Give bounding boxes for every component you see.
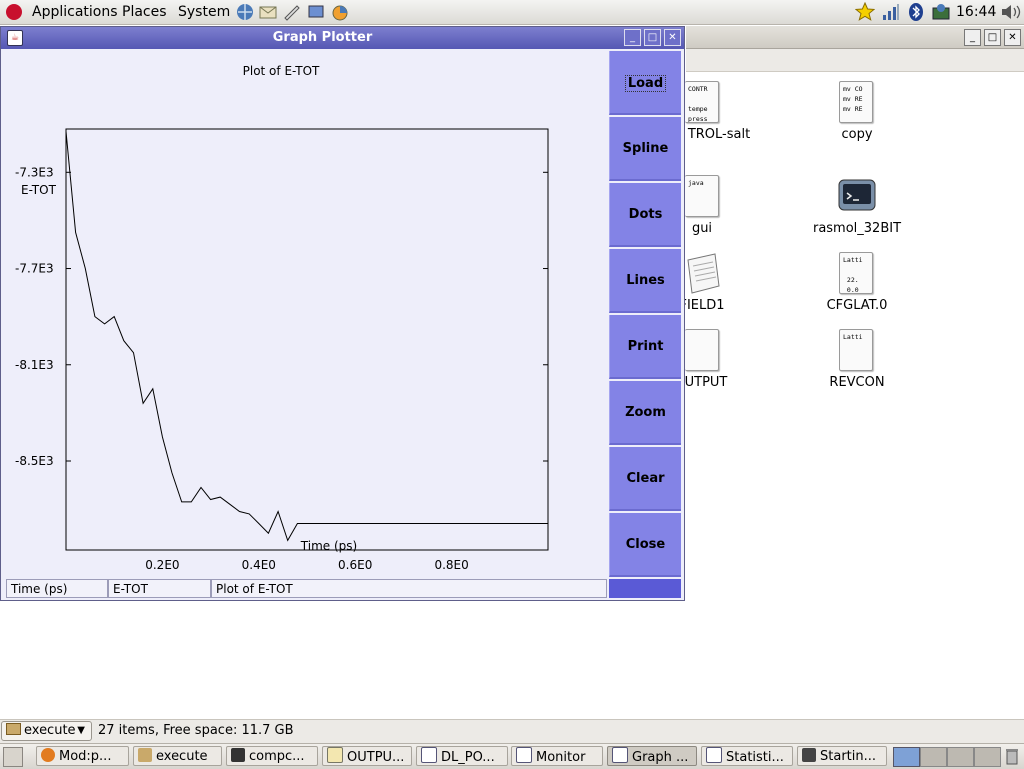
file-label[interactable]: REVCON [797,375,917,390]
series-line-e-tot [65,131,548,542]
load-button[interactable]: Load [609,51,681,115]
x-tick-label: 0.8E0 [434,558,468,572]
status-x-label: Time (ps) [6,579,108,598]
spline-button[interactable]: Spline [609,117,681,181]
browser-launcher-icon[interactable] [235,3,255,21]
file-icon[interactable]: mv CO mv RE mv RE [839,81,873,123]
maximize-button[interactable]: □ [644,29,661,46]
y-axis-label: E-TOT [21,183,57,197]
x-axis-label: Time (ps) [300,539,357,553]
task-starting[interactable]: Startin... [797,746,887,766]
places-menu[interactable]: Places [122,0,167,24]
terminal-executable-icon[interactable] [838,178,876,218]
file-label[interactable]: CFGLAT.0 [797,298,917,313]
notes-launcher-icon[interactable] [282,3,302,21]
button-panel-footer [609,579,681,598]
task-graph-plotter[interactable]: Graph ... [607,746,697,766]
document-icon[interactable] [685,252,721,300]
workspace-1[interactable] [893,747,920,767]
terminal-icon [231,748,245,762]
task-dl-poly[interactable]: DL_PO... [416,746,508,766]
task-execute[interactable]: execute [133,746,222,766]
window-title: Graph Plotter [272,30,373,45]
file-icon[interactable]: Latti 22. 0.0 [839,252,873,294]
location-label: execute [24,723,76,738]
task-statistics[interactable]: Statisti... [701,746,793,766]
location-dropdown[interactable]: execute ▼ [1,721,92,741]
dots-button[interactable]: Dots [609,183,681,247]
plot-frame [65,128,549,551]
graph-plotter-titlebar[interactable]: ☕ Graph Plotter _ □ ✕ [1,27,684,49]
bluetooth-icon[interactable] [907,2,925,26]
plot-canvas[interactable]: Plot of E-TOT E-TOT Time (ps) -7.3E3 -7.7… [1,49,608,577]
items-free-space: 27 items, Free space: 11.7 GB [98,723,294,738]
folder-icon [138,748,152,762]
trash-icon[interactable] [1004,747,1020,769]
file-icon[interactable]: java [685,175,719,217]
plot-title: Plot of E-TOT [243,64,320,78]
show-desktop-icon[interactable] [3,747,23,767]
file-manager-toolbar [686,49,1024,72]
task-output-editor[interactable]: OUTPU... [322,746,412,766]
folder-icon [6,723,21,735]
file-icon[interactable]: Latti [839,329,873,371]
y-tick-label: -8.1E3 [15,358,54,372]
file-manager-statusbar: execute ▼ 27 items, Free space: 11.7 GB [0,719,1024,743]
y-tick-label: -7.7E3 [15,262,54,276]
chart-launcher-icon[interactable] [330,3,350,21]
top-panel: Applications Places System 16:44 [0,0,1024,25]
clock[interactable]: 16:44 [956,0,996,24]
status-y-label: E-TOT [108,579,211,598]
clear-button[interactable]: Clear [609,447,681,511]
java-icon [706,747,722,763]
task-terminal[interactable]: compc... [226,746,318,766]
fm-minimize-button[interactable]: _ [964,29,981,46]
x-tick-label: 0.6E0 [338,558,372,572]
y-tick-label: -7.3E3 [15,165,54,179]
file-icon[interactable] [685,329,719,371]
x-tick-label: 0.4E0 [242,558,276,572]
graph-plotter-window: ☕ Graph Plotter _ □ ✕ Plot of E-TOT E-TO… [0,26,685,601]
taskbar: Mod:p... execute compc... OUTPU... DL_PO… [0,743,1024,769]
task-monitor[interactable]: Monitor [511,746,603,766]
file-label[interactable]: rasmol_32BIT [797,221,917,236]
print-button[interactable]: Print [609,315,681,379]
bookmark-star-icon[interactable] [854,1,876,26]
close-button[interactable]: Close [609,513,681,577]
file-label[interactable]: copy [797,127,917,142]
y-tick-label: -8.5E3 [15,454,54,468]
file-icon[interactable]: CONTR tempe press [685,81,719,123]
chevron-down-icon: ▼ [77,725,85,736]
java-icon [516,747,532,763]
volume-icon[interactable] [1000,3,1022,25]
workspace-3[interactable] [947,747,974,767]
close-window-button[interactable]: ✕ [664,29,681,46]
update-notifier-icon[interactable] [931,3,951,25]
java-icon [612,747,628,763]
x-tick-label: 0.2E0 [145,558,179,572]
workspace-4[interactable] [974,747,1001,767]
fm-close-button[interactable]: ✕ [1004,29,1021,46]
system-menu[interactable]: System [178,0,230,24]
status-title: Plot of E-TOT [211,579,607,598]
zoom-button[interactable]: Zoom [609,381,681,445]
task-firefox[interactable]: Mod:p... [36,746,129,766]
network-signal-icon[interactable] [882,3,900,25]
mail-launcher-icon[interactable] [258,3,278,21]
applications-menu[interactable]: Applications [32,0,118,24]
fm-maximize-button[interactable]: □ [984,29,1001,46]
text-editor-icon [327,747,343,763]
java-icon [421,747,437,763]
lines-button[interactable]: Lines [609,249,681,313]
camera-icon [802,748,816,762]
firefox-icon [41,748,55,762]
minimize-button[interactable]: _ [624,29,641,46]
presentation-launcher-icon[interactable] [306,3,326,21]
redhat-logo-icon[interactable] [6,4,22,20]
workspace-2[interactable] [920,747,947,767]
file-manager-titlebar[interactable]: _ □ ✕ [686,26,1024,49]
